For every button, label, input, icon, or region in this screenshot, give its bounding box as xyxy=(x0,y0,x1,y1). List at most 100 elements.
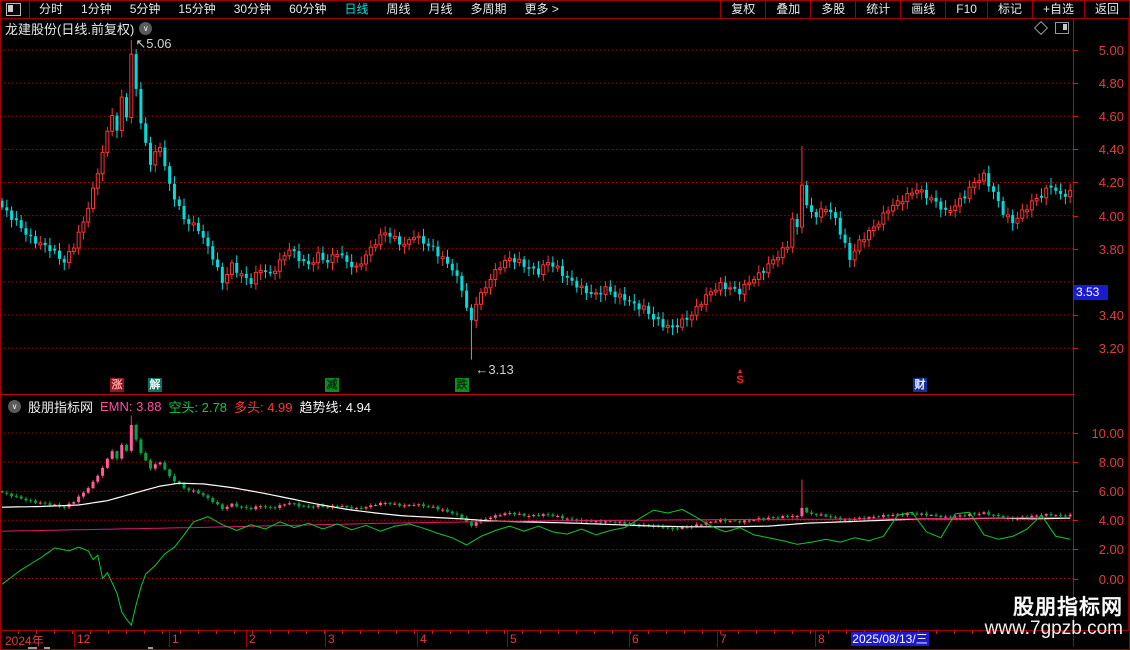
x-axis-tick xyxy=(954,631,955,634)
x-axis-tick xyxy=(216,631,217,634)
x-axis-cell-border xyxy=(74,631,75,647)
x-axis-tick xyxy=(342,631,343,634)
x-axis-tick xyxy=(450,631,451,634)
price-annotation-5.06: ↖5.06 xyxy=(135,36,172,52)
layout-toggle-icon[interactable] xyxy=(6,2,21,16)
x-axis-label-2: 2 xyxy=(249,632,256,646)
x-axis-cell-border xyxy=(246,631,247,647)
price-axis-label-4.60: 4.60 xyxy=(1098,109,1124,125)
x-axis-tick xyxy=(756,631,757,634)
x-axis-tick xyxy=(360,631,361,634)
menu-item-月线[interactable]: 月线 xyxy=(420,0,462,18)
menu-button-返回[interactable]: 返回 xyxy=(1083,0,1129,18)
x-axis-tick xyxy=(432,631,433,634)
indicator-chart[interactable] xyxy=(0,394,1073,630)
x-axis-tick xyxy=(648,631,649,634)
watermark-site: 股朋指标网 xyxy=(1013,596,1123,619)
menu-item-更多 >[interactable]: 更多 > xyxy=(516,0,568,18)
menu-left-group: 分时 1分钟 5分钟 15分钟 30分钟 60分钟 日线 周线 月线 多周期 更多 > xyxy=(0,0,568,18)
indicator-axis-label-4.00: 4.00 xyxy=(1098,513,1124,529)
menu-item-5分钟[interactable]: 5分钟 xyxy=(121,0,170,18)
x-axis-tick xyxy=(792,631,793,634)
x-axis-tick xyxy=(666,631,667,634)
main-kline-chart[interactable] xyxy=(0,38,1073,394)
right-border-line xyxy=(1128,19,1129,646)
current-date-badge: 2025/08/13/三 xyxy=(851,632,929,646)
x-axis-tick xyxy=(558,631,559,634)
indicator-axis-tick xyxy=(1073,462,1078,464)
menu-item-30分钟[interactable]: 30分钟 xyxy=(225,0,280,18)
price-axis-label-3.40: 3.40 xyxy=(1098,307,1124,323)
diamond-icon[interactable] xyxy=(1033,20,1049,36)
pane-toggle-icon[interactable] xyxy=(1055,22,1069,34)
x-axis-tick xyxy=(468,631,469,634)
title-icons xyxy=(1033,20,1069,36)
x-axis-cell-border xyxy=(815,631,816,647)
menu-button-画线[interactable]: 画线 xyxy=(900,0,945,18)
x-axis-tick xyxy=(306,631,307,634)
x-axis-tick xyxy=(594,631,595,634)
x-axis-cell-border xyxy=(417,631,418,647)
indicator-long-value: 多头: 4.99 xyxy=(233,400,293,415)
indicator-svg xyxy=(0,415,1073,627)
menu-button-统计[interactable]: 统计 xyxy=(855,0,900,18)
price-axis-tick xyxy=(1073,182,1078,184)
price-axis-label-3.80: 3.80 xyxy=(1098,241,1124,257)
x-axis-cell-border xyxy=(325,631,326,647)
indicator-axis-tick xyxy=(1073,491,1078,493)
x-axis-label-3: 3 xyxy=(328,632,335,646)
menu-item-60分钟[interactable]: 60分钟 xyxy=(280,0,335,18)
x-axis-tick xyxy=(72,631,73,634)
price-axis-tick xyxy=(1073,348,1078,350)
signal-marker-解: 解 xyxy=(148,378,162,392)
menu-button-F10[interactable]: F10 xyxy=(945,0,987,18)
menu-item-1分钟[interactable]: 1分钟 xyxy=(72,0,121,18)
signal-marker-减: 减 xyxy=(325,378,339,392)
price-axis-tick xyxy=(1073,116,1078,118)
price-axis-tick xyxy=(1073,83,1078,85)
price-axis-label-4.80: 4.80 xyxy=(1098,76,1124,92)
menu-right-group: 复权 叠加 多股 统计 画线 F10 标记 +自选 返回 xyxy=(720,0,1129,18)
price-axis-label-3.20: 3.20 xyxy=(1098,341,1124,357)
x-axis-tick xyxy=(684,631,685,634)
menu-item-15分钟[interactable]: 15分钟 xyxy=(169,0,224,18)
x-axis-label-1: 1 xyxy=(172,632,179,646)
collapse-icon[interactable]: ∨ xyxy=(8,400,21,413)
indicator-line-空头 xyxy=(1,508,1071,627)
price-axis-tick xyxy=(1073,248,1078,250)
menu-item-多周期[interactable]: 多周期 xyxy=(462,0,516,18)
menu-button-标记[interactable]: 标记 xyxy=(986,0,1032,18)
x-axis-tick xyxy=(396,631,397,634)
x-axis-tick xyxy=(378,631,379,634)
watermark: 股朋指标网 www.7gpzb.com xyxy=(985,596,1123,639)
x-axis-tick xyxy=(486,631,487,634)
menu-item-周线[interactable]: 周线 xyxy=(377,0,419,18)
x-axis-cell-border xyxy=(717,631,718,647)
x-axis-tick xyxy=(738,631,739,634)
x-axis-tick xyxy=(504,631,505,634)
x-axis-tick xyxy=(414,631,415,634)
x-axis-tick xyxy=(288,631,289,634)
x-axis-tick xyxy=(702,631,703,634)
indicator-axis-label-2.00: 2.00 xyxy=(1098,542,1124,558)
chevron-down-icon[interactable]: ∨ xyxy=(139,22,153,35)
x-axis-tick xyxy=(180,631,181,634)
signal-marker-跌: 跌 xyxy=(455,378,469,392)
menu-button-叠加[interactable]: 叠加 xyxy=(765,0,810,18)
price-axis-tick xyxy=(1073,215,1078,217)
x-axis-label-7: 7 xyxy=(720,632,727,646)
x-axis-tick xyxy=(54,631,55,634)
x-axis-tick xyxy=(576,631,577,634)
current-price-badge: 3.53 xyxy=(1074,285,1108,301)
x-axis-tick xyxy=(774,631,775,634)
menu-button-复权[interactable]: 复权 xyxy=(720,0,765,18)
menu-item-日线[interactable]: 日线 xyxy=(335,0,377,18)
menu-item-分时[interactable]: 分时 xyxy=(30,0,72,18)
price-axis-label-4.20: 4.20 xyxy=(1098,175,1124,191)
menu-button-多股[interactable]: 多股 xyxy=(810,0,855,18)
price-axis-label-4.40: 4.40 xyxy=(1098,142,1124,158)
price-axis-tick xyxy=(1073,314,1078,316)
x-axis-cell-border xyxy=(629,631,630,647)
indicator-site-label: 股朋指标网 xyxy=(28,400,94,415)
menu-button-+自选[interactable]: +自选 xyxy=(1031,0,1084,18)
